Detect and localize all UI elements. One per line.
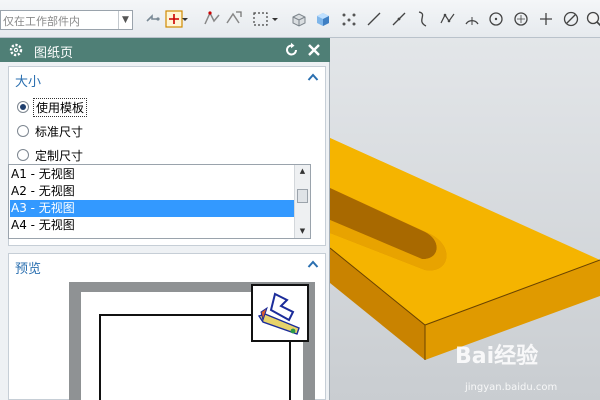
size-section-title: 大小 (15, 75, 42, 90)
spline-icon[interactable] (414, 9, 434, 29)
preview-section-title: 预览 (15, 262, 42, 277)
template-list[interactable]: A1 - 无视图 A2 - 无视图 A3 - 无视图 A4 - 无视图 ▲ ▼ (8, 164, 311, 239)
drafting-view-icon (251, 284, 309, 342)
list-scrollbar[interactable]: ▲ ▼ (294, 165, 310, 238)
watermark: Bai经验 jingyan.baidu.com (455, 338, 595, 398)
dialog-title-bar[interactable]: 图纸页 (0, 38, 330, 62)
size-section-header[interactable]: 大小 (9, 67, 325, 90)
drawing-sheet-dialog: 图纸页 大小 使用模板 标准尺寸 定制尺寸 A1 - 无视图 A2 - 无视图 … (0, 38, 330, 400)
radio-use-template[interactable]: 使用模板 (17, 98, 217, 117)
list-item[interactable]: A2 - 无视图 (10, 183, 295, 200)
chevron-down-icon[interactable] (180, 9, 190, 29)
list-item[interactable]: A4 - 无视图 (10, 217, 295, 234)
plus-point-icon[interactable] (536, 9, 556, 29)
radio-standard-size[interactable]: 标准尺寸 (17, 122, 217, 140)
scroll-thumb[interactable] (297, 189, 308, 203)
watermark-site: jingyan.baidu.com (465, 382, 558, 393)
sheet-preview (69, 282, 315, 400)
watermark-brand: Bai经验 (455, 344, 539, 369)
arc-icon[interactable] (462, 9, 482, 29)
line-alt-icon[interactable] (389, 9, 409, 29)
solid-icon[interactable] (313, 9, 333, 29)
network-icon[interactable] (339, 9, 359, 29)
chevron-up-icon[interactable] (307, 259, 319, 269)
scroll-down-icon[interactable]: ▼ (295, 225, 310, 237)
dialog-title: 图纸页 (34, 46, 74, 61)
box-select-icon[interactable] (289, 9, 309, 29)
radio-label-standard-size: 标准尺寸 (35, 125, 84, 139)
radio-button[interactable] (17, 149, 29, 161)
radio-custom-size[interactable]: 定制尺寸 (17, 146, 217, 164)
studio-spline-icon[interactable] (438, 9, 458, 29)
selection-filter-value: 仅在工作部件内 (3, 15, 80, 28)
radio-button[interactable] (17, 101, 29, 113)
circle-center-icon[interactable] (511, 9, 531, 29)
circle-icon[interactable] (486, 9, 506, 29)
radio-label-custom-size: 定制尺寸 (35, 149, 84, 163)
search-icon[interactable] (584, 9, 600, 29)
scroll-up-icon[interactable]: ▲ (295, 165, 310, 177)
close-icon[interactable] (306, 42, 322, 58)
line-icon[interactable] (364, 9, 384, 29)
preview-section: 预览 (8, 253, 326, 400)
radio-button[interactable] (17, 125, 29, 137)
list-item-selected[interactable]: A3 - 无视图 (10, 200, 295, 217)
snap-point-icon[interactable] (143, 9, 163, 29)
chevron-up-icon[interactable] (307, 72, 319, 82)
no-entry-icon[interactable] (561, 9, 581, 29)
chevron-down-icon[interactable]: ▼ (118, 11, 132, 29)
selection-filter-dropdown[interactable]: 仅在工作部件内 ▼ (0, 10, 133, 30)
list-item[interactable]: A1 - 无视图 (10, 166, 295, 183)
rectangle-select-icon[interactable] (251, 9, 271, 29)
preview-section-header[interactable]: 预览 (9, 254, 325, 277)
curve-on-face-icon[interactable] (202, 9, 222, 29)
radio-label-use-template: 使用模板 (33, 98, 88, 117)
extract-geometry-icon[interactable] (224, 9, 244, 29)
reset-icon[interactable] (284, 42, 300, 58)
chevron-down-icon[interactable] (270, 9, 280, 29)
main-toolbar: 仅在工作部件内 ▼ (0, 0, 600, 38)
gear-icon[interactable] (8, 42, 24, 58)
